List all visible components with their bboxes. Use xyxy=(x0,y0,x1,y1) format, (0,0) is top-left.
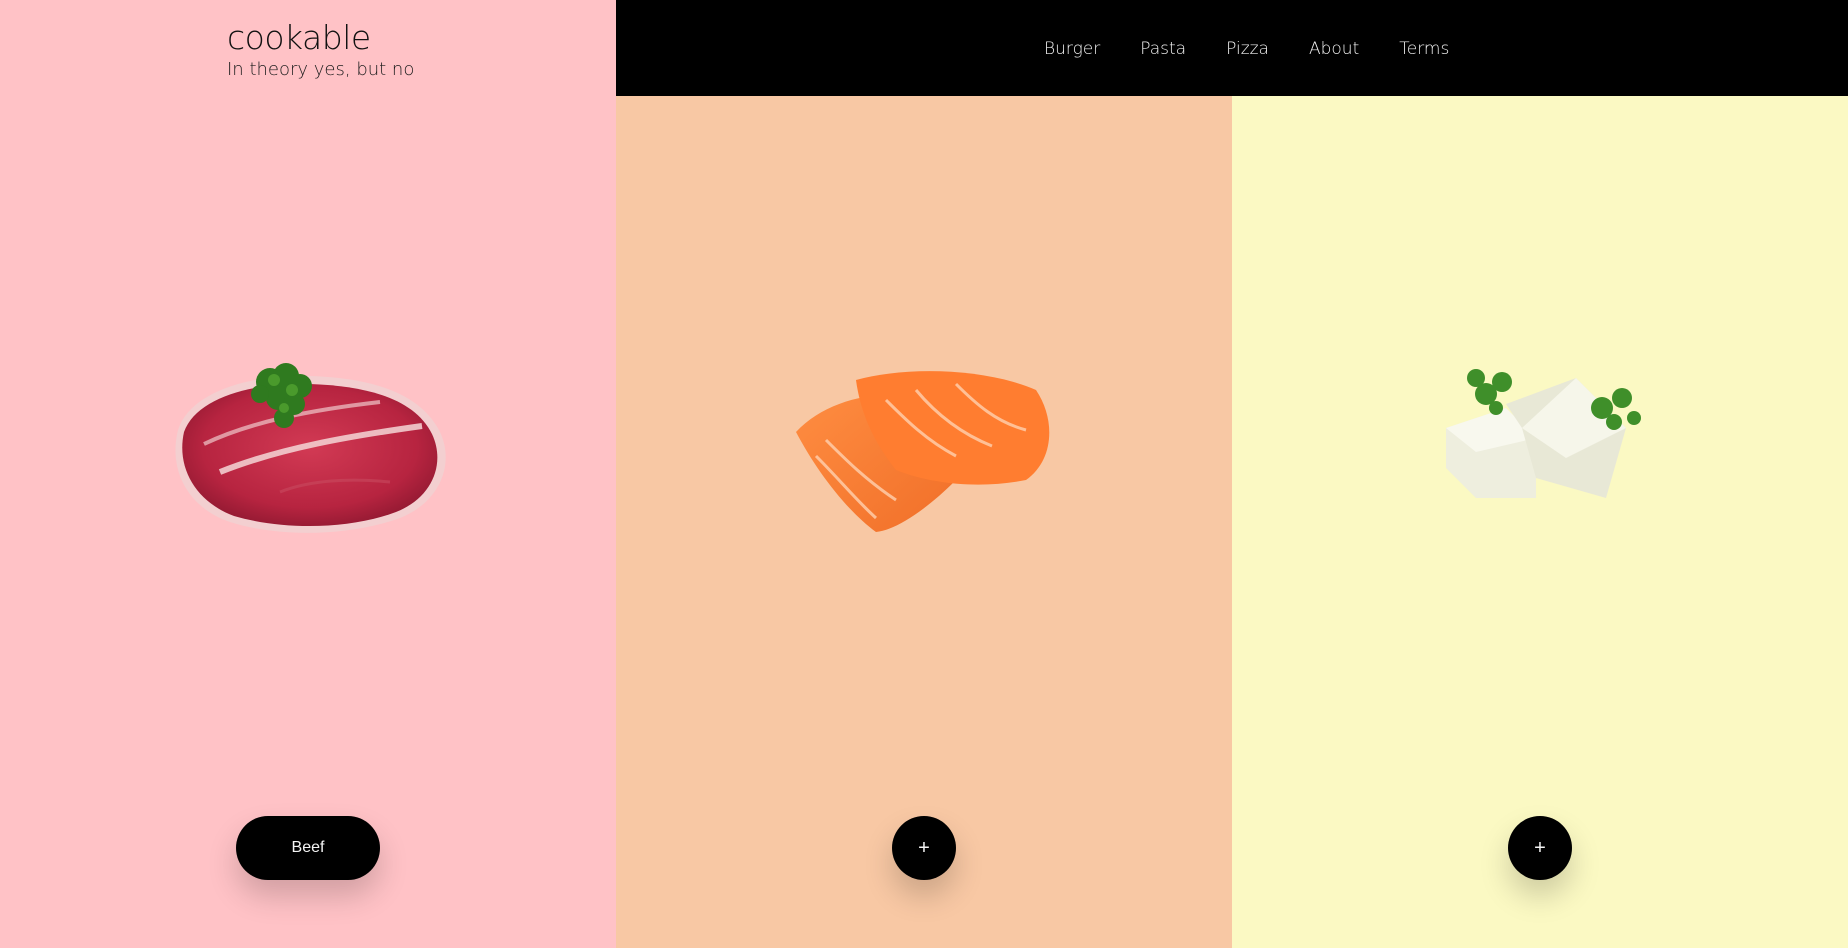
nav-link-pasta[interactable]: Pasta xyxy=(1140,38,1186,60)
beef-steak-image xyxy=(175,363,446,533)
nav-link-burger[interactable]: Burger xyxy=(1044,38,1100,60)
brand: cookable In theory yes, but no xyxy=(227,18,414,82)
tofu-expand-button[interactable]: + xyxy=(1508,816,1572,880)
salmon-expand-button[interactable]: + xyxy=(892,816,956,880)
tofu-cubes-image xyxy=(1446,369,1641,498)
salmon-fillet-image xyxy=(796,371,1050,532)
panel-beef xyxy=(0,0,616,948)
nav-link-pizza[interactable]: Pizza xyxy=(1226,38,1269,60)
main-nav: Burger Pasta Pizza About Terms xyxy=(1044,38,1489,60)
nav-link-terms[interactable]: Terms xyxy=(1399,38,1449,60)
nav-link-about[interactable]: About xyxy=(1309,38,1359,60)
panel-salmon xyxy=(616,0,1232,948)
brand-logo-text[interactable]: cookable xyxy=(227,18,414,58)
beef-button[interactable]: Beef xyxy=(236,816,380,880)
panel-tofu xyxy=(1232,0,1848,948)
brand-tagline: In theory yes, but no xyxy=(227,59,415,80)
